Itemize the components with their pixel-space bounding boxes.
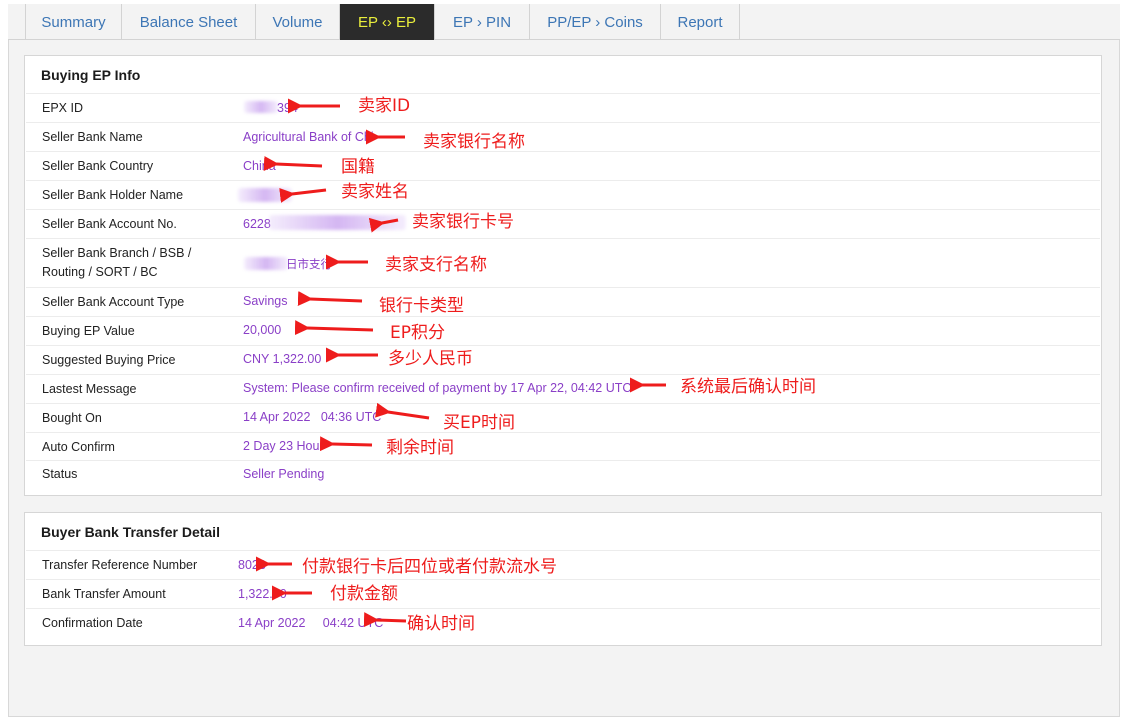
table-row: Seller Bank Account No. 6228 — [26, 209, 1100, 238]
table-row: EPX ID 394 — [26, 93, 1100, 122]
table-row: Buying EP Value 20,000 — [26, 316, 1100, 345]
annotation-label: EP积分 — [390, 323, 445, 343]
transfer-amount-value: 1,322.00 — [238, 587, 287, 601]
seller-branch-value: 日市支行 — [286, 259, 332, 271]
table-row: Suggested Buying Price CNY 1,322.00 — [26, 345, 1100, 374]
row-label: Seller Bank Country — [42, 159, 154, 173]
tab-volume[interactable]: Volume — [256, 4, 340, 40]
suggested-price-value: CNY 1,322.00 — [243, 352, 322, 366]
annotation-label: 卖家ID — [358, 96, 411, 116]
table-row: Bank Transfer Amount 1,322.00 — [26, 579, 1100, 608]
annotation-label: 卖家银行名称 — [423, 132, 525, 152]
confirmation-date-value: 14 Apr 2022 04:42 UTC — [238, 616, 384, 630]
row-label: Bought On — [42, 411, 102, 425]
table-row: Seller Bank Branch / BSB / Routing / SOR… — [26, 238, 1100, 287]
table-row: Transfer Reference Number 8023 — [26, 550, 1100, 579]
redacted-blur — [238, 188, 292, 202]
row-label: Seller Bank Account Type — [42, 295, 185, 309]
table-row: Seller Bank Name Agricultural Bank of Ch… — [26, 122, 1100, 151]
tab-summary[interactable]: Summary — [25, 4, 122, 40]
buyer-transfer-panel: Buyer Bank Transfer Detail Transfer Refe… — [24, 512, 1102, 646]
table-row: Seller Bank Holder Name — [26, 180, 1100, 209]
row-label: Bank Transfer Amount — [42, 587, 166, 601]
tab-balance-sheet[interactable]: Balance Sheet — [122, 4, 256, 40]
buying-ep-info-panel: Buying EP Info EPX ID 394 Seller Bank Na… — [24, 55, 1102, 496]
table-row: Lastest Message System: Please confirm r… — [26, 374, 1100, 403]
annotation-label: 付款金额 — [330, 584, 398, 604]
annotation-label: 卖家支行名称 — [385, 255, 487, 275]
table-row: Bought On 14 Apr 2022 04:36 UTC — [26, 403, 1100, 432]
panel-title: Buyer Bank Transfer Detail — [41, 524, 220, 540]
annotation-label: 系统最后确认时间 — [680, 377, 816, 397]
table-row: Confirmation Date 14 Apr 2022 04:42 UTC — [26, 608, 1100, 637]
status-value: Seller Pending — [243, 467, 325, 481]
row-label: Lastest Message — [42, 382, 137, 396]
tab-ep-pin[interactable]: EP › PIN — [435, 4, 530, 40]
row-label: Seller Bank Name — [42, 130, 143, 144]
row-label: Transfer Reference Number — [42, 558, 198, 572]
row-label: Seller Bank Account No. — [42, 217, 177, 231]
redacted-blur — [269, 215, 406, 230]
row-label: Suggested Buying Price — [42, 353, 176, 367]
row-label: Buying EP Value — [42, 324, 135, 338]
seller-bank-name-value: Agricultural Bank of Chi — [243, 130, 374, 144]
table-row: Status Seller Pending — [26, 460, 1100, 489]
annotation-label: 确认时间 — [407, 614, 475, 634]
table-row: Seller Bank Account Type Savings — [26, 287, 1100, 316]
transfer-reference-value: 8023 — [238, 558, 266, 572]
bought-on-value: 14 Apr 2022 04:36 UTC — [243, 410, 382, 424]
redacted-blur — [244, 257, 288, 270]
annotation-label: 卖家银行卡号 — [412, 212, 514, 232]
annotation-label: 买EP时间 — [443, 413, 515, 433]
row-label: Auto Confirm — [42, 440, 115, 454]
row-label: Status — [42, 467, 78, 481]
seller-bank-country-value: China — [243, 159, 276, 173]
table-row: Auto Confirm 2 Day 23 Hour — [26, 432, 1100, 461]
seller-account-no-value: 6228 — [243, 217, 271, 231]
annotation-label: 卖家姓名 — [341, 182, 409, 202]
auto-confirm-value: 2 Day 23 Hour — [243, 439, 324, 453]
row-label: Seller Bank Holder Name — [42, 188, 184, 202]
annotation-label: 银行卡类型 — [379, 296, 464, 316]
annotation-label: 付款银行卡后四位或者付款流水号 — [302, 557, 557, 577]
annotation-label: 国籍 — [341, 157, 375, 177]
tab-pp-ep-coins[interactable]: PP/EP › Coins — [530, 4, 661, 40]
latest-message-value: System: Please confirm received of payme… — [243, 381, 632, 395]
table-row: Seller Bank Country China — [26, 151, 1100, 180]
tab-ep-ep[interactable]: EP ‹› EP — [340, 4, 435, 40]
panel-title: Buying EP Info — [41, 67, 141, 83]
epx-id-value: 394 — [277, 101, 298, 115]
account-type-value: Savings — [243, 294, 288, 308]
tab-bar: Summary Balance Sheet Volume EP ‹› EP EP… — [8, 4, 1120, 40]
annotation-label: 剩余时间 — [386, 438, 454, 458]
tab-report[interactable]: Report — [661, 4, 740, 40]
buying-ep-value: 20,000 — [243, 323, 282, 337]
row-label: Confirmation Date — [42, 616, 143, 630]
row-label: EPX ID — [42, 101, 83, 115]
redacted-blur — [244, 101, 278, 113]
annotation-label: 多少人民币 — [388, 349, 473, 369]
row-label: Seller Bank Branch / BSB / Routing / SOR… — [42, 246, 192, 279]
